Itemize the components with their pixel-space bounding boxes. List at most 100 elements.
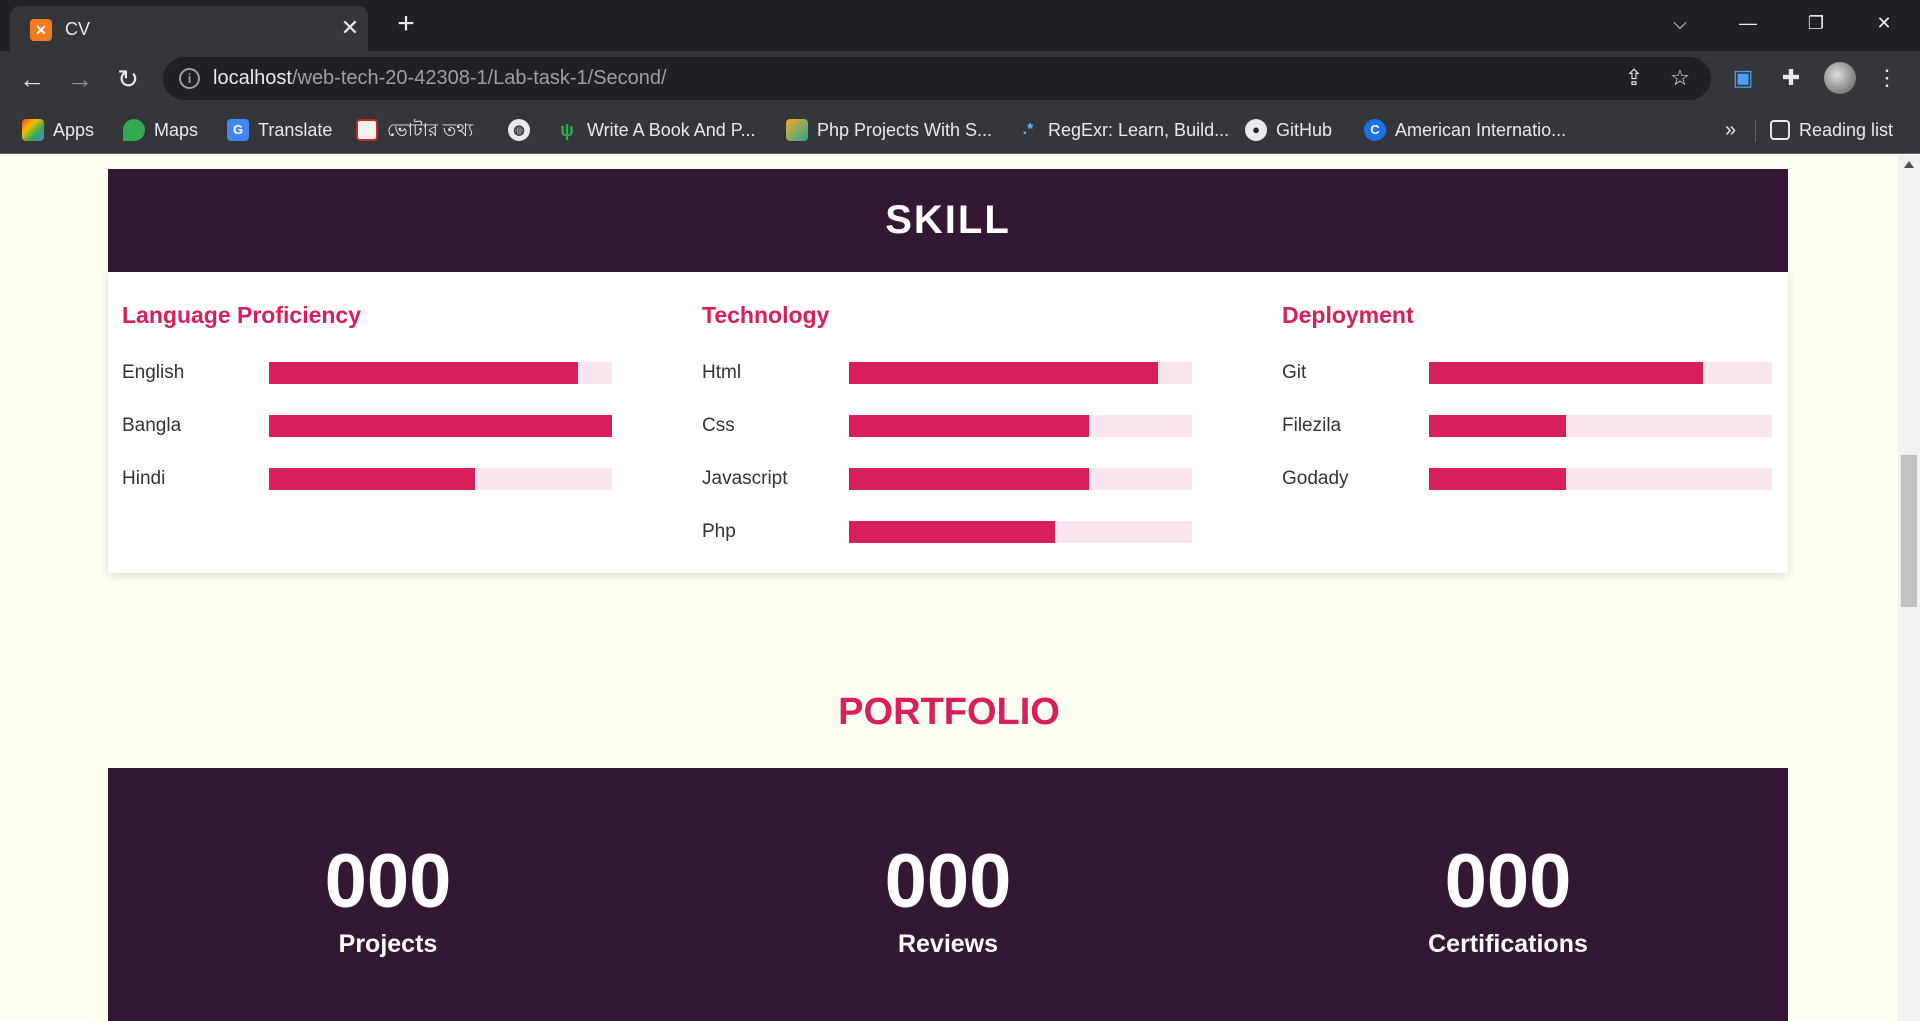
globe-icon: ◍: [508, 119, 530, 141]
bookmark-regexr[interactable]: .* RegExr: Learn, Build...: [1017, 117, 1229, 143]
share-icon[interactable]: ⇪: [1620, 65, 1648, 91]
bookmark-label: American Internatio...: [1395, 120, 1567, 140]
tab-title: CV: [65, 19, 91, 39]
skill-bar-fill: [269, 468, 475, 490]
skill-row: Javascript: [702, 467, 1192, 491]
skill-row: English: [122, 361, 612, 385]
skill-bar-fill: [1429, 468, 1567, 490]
bookmarks-overflow-button[interactable]: »: [1725, 117, 1736, 143]
bookmark-php-projects[interactable]: Php Projects With S...: [786, 117, 992, 143]
reading-list-button[interactable]: Reading list: [1770, 117, 1893, 143]
write-book-icon: ψ: [560, 120, 574, 140]
skill-column-deployment: Deployment Git Filezila Godady: [1268, 272, 1772, 573]
bookmark-label: Php Projects With S...: [817, 120, 993, 140]
skill-name: Hindi: [122, 468, 166, 489]
bookmark-label: Apps: [53, 120, 95, 140]
skill-card: Language Proficiency English Bangla Hind…: [108, 272, 1788, 573]
skill-bar-fill: [849, 468, 1090, 490]
bookmarks-divider: [1755, 120, 1756, 142]
skill-bar-fill: [849, 362, 1158, 384]
extensions-puzzle-icon[interactable]: ✚: [1774, 61, 1808, 95]
bookmark-maps[interactable]: Maps: [123, 117, 198, 143]
reload-button[interactable]: ↻: [111, 62, 145, 96]
browser-toolbar: ← → ↻ i localhost/web-tech-20-42308-1/La…: [0, 51, 1920, 106]
minimize-button[interactable]: —: [1728, 8, 1768, 38]
url-text[interactable]: localhost/web-tech-20-42308-1/Lab-task-1…: [213, 67, 667, 90]
maps-pin-icon: [123, 119, 145, 141]
bookmark-label: Maps: [154, 120, 199, 140]
stat-value: 000: [324, 839, 452, 924]
address-bar[interactable]: i localhost/web-tech-20-42308-1/Lab-task…: [163, 57, 1711, 100]
scroll-thumb[interactable]: [1901, 455, 1917, 607]
aiub-icon: C: [1364, 119, 1386, 141]
site-info-icon[interactable]: i: [179, 68, 200, 89]
portfolio-stats: 000 Projects 000 Reviews 000 Certificati…: [108, 768, 1788, 1021]
xampp-icon: ✕: [30, 19, 52, 41]
stat-label: Projects: [338, 930, 438, 958]
bookmark-apps[interactable]: Apps: [22, 117, 94, 143]
skill-bar-fill: [849, 415, 1090, 437]
translate-icon: G: [227, 119, 249, 141]
bookmark-label: GitHub: [1276, 120, 1333, 140]
skill-name: Filezila: [1282, 415, 1342, 436]
new-tab-button[interactable]: +: [390, 9, 422, 41]
github-icon: ●: [1245, 119, 1267, 141]
profile-avatar[interactable]: [1824, 62, 1856, 94]
skill-row: Php: [702, 520, 1192, 544]
skill-name: Php: [702, 521, 736, 542]
skill-column-technology: Technology Html Css Javascript Php: [688, 272, 1192, 573]
stat-label: Reviews: [897, 930, 999, 958]
column-title: Technology: [702, 302, 830, 328]
skill-name: English: [122, 362, 185, 383]
regexr-icon: .*: [1022, 121, 1034, 138]
skill-name: Css: [702, 415, 735, 436]
skill-bar-track: [849, 468, 1192, 490]
skill-bar-track: [269, 362, 612, 384]
skill-name: Javascript: [702, 468, 788, 489]
bookmark-label: RegExr: Learn, Build...: [1048, 120, 1230, 140]
php-projects-icon: [786, 119, 808, 141]
skill-bar-track: [849, 521, 1192, 543]
restore-button[interactable]: ❐: [1796, 8, 1836, 38]
tab-cv[interactable]: ✕ CV ✕: [10, 6, 368, 51]
bookmark-github[interactable]: ● GitHub: [1245, 117, 1332, 143]
skill-bar-track: [269, 415, 612, 437]
tab-search-chevron-icon[interactable]: ⌵: [1660, 8, 1700, 38]
skill-column-language: Language Proficiency English Bangla Hind…: [108, 272, 612, 573]
bookmark-globe[interactable]: ◍: [508, 117, 539, 143]
stat-projects: 000 Projects: [108, 768, 668, 1021]
election-commission-icon: [356, 119, 378, 141]
scroll-up-arrow-icon[interactable]: [1904, 161, 1914, 168]
bookmark-label: Translate: [258, 120, 333, 140]
back-button[interactable]: ←: [15, 62, 49, 96]
column-title: Deployment: [1282, 302, 1414, 328]
bookmark-aiub[interactable]: C American Internatio...: [1364, 117, 1566, 143]
screenshot-extension-icon[interactable]: ▣: [1726, 61, 1760, 95]
stat-value: 000: [884, 839, 1012, 924]
bookmark-label: ভোটার তথ্য: [387, 120, 474, 140]
skill-bar-fill: [849, 521, 1055, 543]
stat-certifications: 000 Certifications: [1228, 768, 1788, 1021]
skill-bar-fill: [269, 362, 578, 384]
skill-name: Git: [1282, 362, 1307, 383]
skill-row: Godady: [1282, 467, 1772, 491]
skill-bar-track: [1429, 415, 1772, 437]
bookmark-write-a-book[interactable]: ψ Write A Book And P...: [556, 117, 755, 143]
bookmarks-bar: Apps Maps G Translate ভোটার তথ্য ◍ ψ Wri…: [0, 106, 1920, 154]
bookmark-star-icon[interactable]: ☆: [1666, 65, 1694, 91]
menu-kebab-icon[interactable]: ⋮: [1870, 61, 1904, 95]
column-title: Language Proficiency: [122, 302, 362, 328]
skill-row: Css: [702, 414, 1192, 438]
bookmark-translate[interactable]: G Translate: [227, 117, 332, 143]
close-icon[interactable]: ✕: [337, 15, 363, 41]
forward-button[interactable]: →: [63, 62, 97, 96]
stat-label: Certifications: [1428, 930, 1588, 958]
window-close-button[interactable]: ✕: [1864, 8, 1904, 38]
reading-list-label: Reading list: [1799, 120, 1894, 140]
url-host: localhost: [213, 67, 292, 89]
page-scrollbar[interactable]: [1898, 155, 1920, 1021]
skill-title: SKILL: [885, 198, 1011, 242]
apps-grid-icon: [22, 119, 44, 141]
bookmark-voter-info[interactable]: ভোটার তথ্য: [356, 117, 473, 143]
skill-bar-fill: [1429, 415, 1567, 437]
